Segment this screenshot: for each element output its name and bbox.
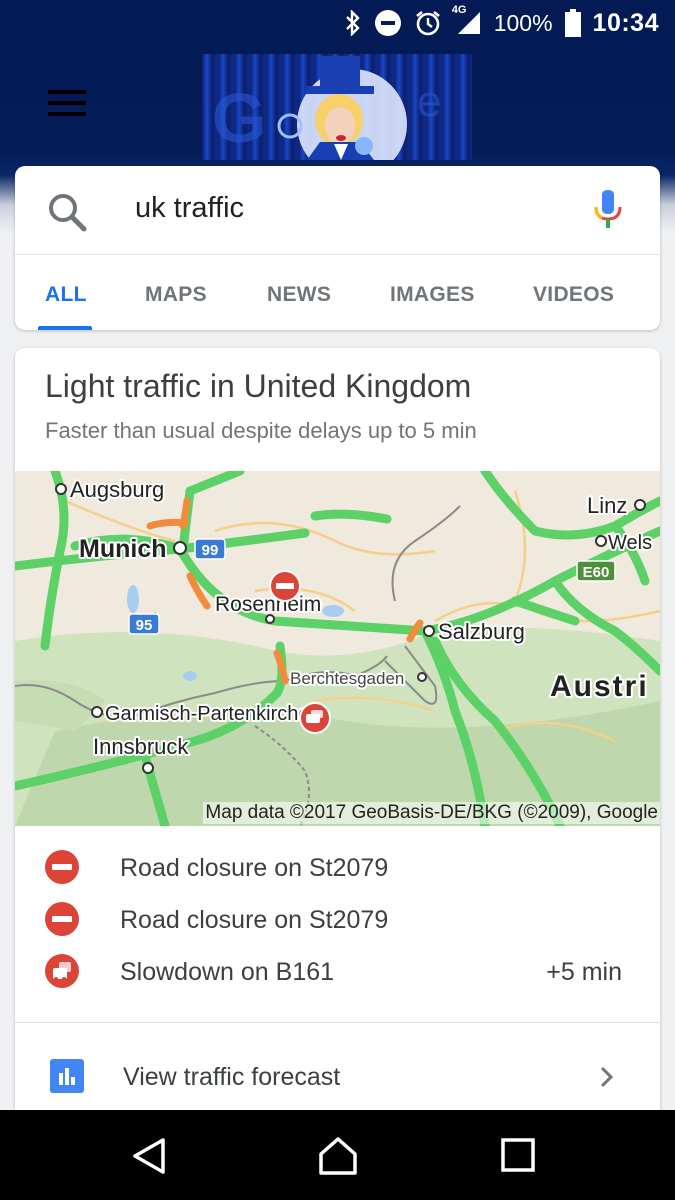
map-label-garmisch: Garmisch-Partenkirchen bbox=[105, 703, 321, 725]
road-shield-99: 99 bbox=[202, 542, 219, 559]
map-label-linz: Linz bbox=[587, 493, 627, 518]
map-slowdown-marker[interactable] bbox=[299, 702, 331, 734]
alarm-icon bbox=[414, 9, 442, 37]
map-label-rosenheim: Rosenheim bbox=[215, 593, 321, 616]
tab-news[interactable]: NEWS bbox=[267, 283, 331, 307]
incident-item[interactable]: Road closure on St2079 bbox=[15, 894, 660, 946]
incident-delay: +5 min bbox=[546, 958, 622, 986]
do-not-disturb-icon bbox=[374, 9, 402, 37]
incident-item[interactable]: Road closure on St2079 bbox=[15, 842, 660, 894]
search-input[interactable]: uk traffic bbox=[135, 192, 244, 225]
bluetooth-icon bbox=[344, 10, 362, 36]
road-shield-95: 95 bbox=[136, 617, 153, 634]
battery-icon bbox=[564, 9, 581, 37]
svg-text:e: e bbox=[417, 77, 441, 126]
traffic-map[interactable]: 99 95 E60 Augsburg Munich Rosenheim Salz… bbox=[15, 471, 660, 826]
result-subtitle: Faster than usual despite delays up to 5… bbox=[45, 418, 477, 443]
clock: 10:34 bbox=[592, 8, 659, 37]
tab-maps[interactable]: MAPS bbox=[145, 283, 207, 307]
incident-label: Road closure on St2079 bbox=[120, 906, 389, 934]
search-icon[interactable] bbox=[47, 192, 87, 237]
chevron-right-icon bbox=[599, 1065, 615, 1094]
map-label-austria: Austri bbox=[550, 670, 649, 703]
search-tabs: ALL MAPS NEWS IMAGES VIDEOS bbox=[15, 255, 660, 330]
signal-icon: 4G bbox=[452, 4, 482, 36]
map-attribution: Map data ©2017 GeoBasis-DE/BKG (©2009), … bbox=[203, 802, 660, 824]
map-label-augsburg: Augsburg bbox=[70, 477, 164, 502]
incident-label: Slowdown on B161 bbox=[120, 958, 335, 986]
map-road-closure-marker[interactable] bbox=[269, 570, 301, 602]
road-closure-icon bbox=[45, 902, 79, 941]
search-bar[interactable]: uk traffic bbox=[15, 166, 660, 255]
road-closure-icon bbox=[45, 850, 79, 889]
result-title[interactable]: Light traffic in United Kingdom bbox=[45, 368, 471, 405]
bar-chart-icon bbox=[50, 1059, 84, 1098]
active-tab-indicator bbox=[38, 326, 92, 330]
slowdown-car-icon bbox=[45, 954, 79, 993]
map-label-berchtesgaden: Berchtesgaden bbox=[290, 669, 404, 688]
google-doodle[interactable]: G e bbox=[202, 54, 472, 160]
tab-videos[interactable]: VIDEOS bbox=[533, 283, 614, 307]
menu-icon[interactable] bbox=[48, 90, 86, 120]
microphone-icon[interactable] bbox=[593, 190, 623, 235]
tab-images[interactable]: IMAGES bbox=[390, 283, 475, 307]
battery-percent: 100% bbox=[493, 9, 553, 36]
recent-apps-icon[interactable] bbox=[500, 1136, 536, 1179]
home-icon[interactable] bbox=[317, 1136, 359, 1181]
map-label-innsbruck: Innsbruck bbox=[93, 734, 189, 759]
map-label-munich: Munich bbox=[79, 535, 167, 563]
tab-all[interactable]: ALL bbox=[45, 283, 87, 307]
svg-text:G: G bbox=[212, 79, 266, 157]
incident-item[interactable]: Slowdown on B161 +5 min bbox=[15, 946, 660, 998]
road-shield-e60: E60 bbox=[583, 564, 610, 581]
traffic-result-card: Light traffic in United Kingdom Faster t… bbox=[15, 348, 660, 1128]
map-label-wels: Wels bbox=[608, 532, 652, 554]
network-type-label: 4G bbox=[451, 4, 467, 16]
back-icon[interactable] bbox=[130, 1136, 168, 1181]
map-label-salzburg: Salzburg bbox=[438, 619, 525, 644]
status-bar: 4G 100% 10:34 bbox=[0, 0, 675, 46]
search-box: uk traffic ALL MAPS NEWS IMAGES VIDEOS bbox=[15, 166, 660, 330]
forecast-label: View traffic forecast bbox=[123, 1063, 341, 1091]
system-navigation-bar bbox=[0, 1110, 675, 1200]
incident-label: Road closure on St2079 bbox=[120, 854, 389, 882]
